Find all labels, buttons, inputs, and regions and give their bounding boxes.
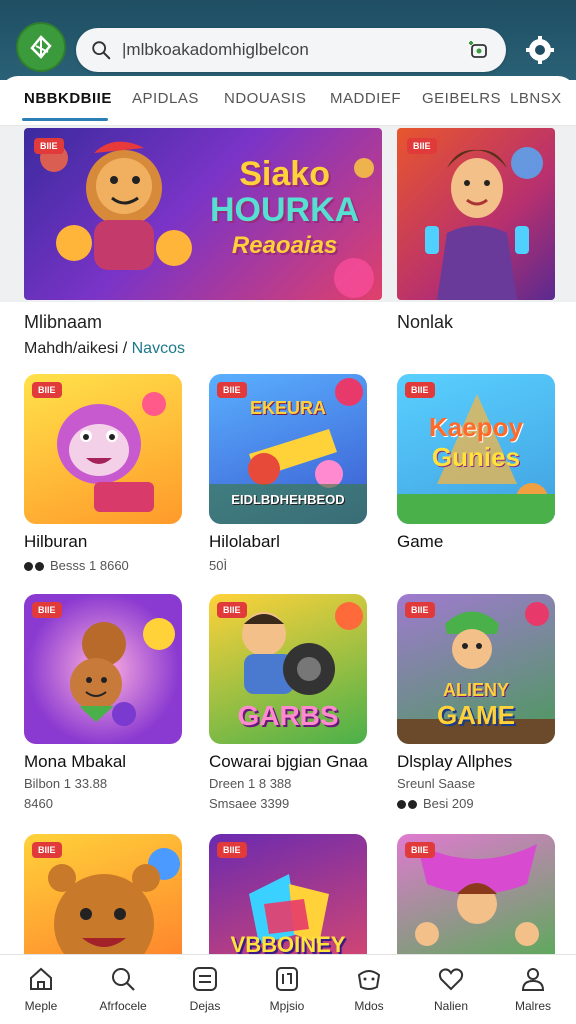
nav-item-2[interactable]: Dejas [164, 955, 246, 1024]
card-badge: BIIE [32, 382, 62, 398]
nav-label: Nalien [433, 999, 469, 1013]
game-card-5[interactable]: ALIENY GAME BIIE [397, 594, 555, 744]
game-card-3[interactable]: BIIE [24, 594, 182, 744]
banner-title-line3: Reaoaias [231, 232, 338, 259]
category-tabs: NBBKDBIIE APIDLAS NDOUASIS MADDIEF GEIBE… [0, 76, 576, 126]
featured-banner-side[interactable]: BIIE [397, 128, 555, 300]
card-badge: BIIE [217, 382, 247, 398]
banner-badge: BIIE [34, 138, 64, 154]
nav-item-6[interactable]: Malres [492, 955, 574, 1024]
banner-title: Siako HOURKA Reaoaias [210, 156, 359, 264]
game-meta: Besss 1 8660 [24, 558, 129, 573]
game-meta-text: Besi 209 [423, 796, 474, 811]
card-art-subtitle: Gunies [431, 442, 521, 472]
game-title: Game [397, 532, 444, 551]
game-title: Cowarai bjgian Gnaa [209, 752, 368, 771]
game-card-4[interactable]: GARBS BIIE [209, 594, 367, 744]
card-art-title: EKEURA [249, 398, 326, 418]
game-icon [357, 970, 381, 990]
nav-item-5[interactable]: Nalien [410, 955, 492, 1024]
game-card-1[interactable]: EKEURA EIDLBDHEHBEOD BIIE [209, 374, 367, 524]
tab-3[interactable]: MADDIEF [330, 90, 401, 107]
featured-banner-main[interactable]: BIIE Siako HOURKA Reaoaias [24, 128, 382, 300]
game-title: Mona Mbakal [24, 752, 127, 771]
featured-subtext-main: Mahdh/aikesi / [24, 340, 128, 357]
home-icon [30, 967, 52, 990]
banner-title-line2: HOURKA [210, 191, 360, 229]
game-meta: Bilbon 1 33.88 [24, 776, 108, 791]
nav-label: Meple [24, 999, 58, 1013]
card-art-title: GARBS [237, 700, 339, 731]
heart-icon [438, 968, 464, 991]
game-meta-2: Besi 209 [397, 796, 474, 811]
nav-label: Malres [514, 999, 551, 1013]
tab-5[interactable]: LBNSX [510, 90, 562, 107]
game-card-6[interactable]: BIIE [24, 834, 182, 954]
tab-0[interactable]: NBBKDBIIE [24, 90, 112, 107]
tab-1[interactable]: APIDLAS [132, 90, 199, 107]
banner-badge: BIIE [407, 138, 437, 154]
card-badge: BIIE [32, 602, 62, 618]
nav-item-3[interactable]: Mpjsio [246, 955, 328, 1024]
card-badge: BIIE [405, 842, 435, 858]
search-bar[interactable] [76, 28, 506, 72]
nav-label: Afrfocele [99, 999, 147, 1013]
nav-label: Mdos [354, 999, 384, 1013]
game-meta: Sreunl Saase [397, 776, 476, 791]
search-input[interactable] [122, 40, 466, 60]
featured-subtext-link[interactable]: Navcos [132, 340, 185, 357]
content-sheet: NBBKDBIIE APIDLAS NDOUASIS MADDIEF GEIBE… [0, 76, 576, 954]
featured-subtext: Mahdh/aikesi / Navcos [24, 340, 185, 358]
list-icon [193, 967, 217, 991]
game-meta-text: Besss 1 8660 [50, 558, 129, 573]
game-meta-2: 8460 [24, 796, 53, 811]
banner-title-line1: Siako [239, 155, 330, 193]
top-bar [0, 0, 576, 80]
app-logo[interactable] [16, 22, 66, 72]
game-card-7[interactable]: VBBOINEY BIIE [209, 834, 367, 954]
voice-search-icon[interactable] [466, 37, 492, 63]
tab-2[interactable]: NDOUASIS [224, 90, 306, 107]
search-icon [92, 41, 111, 60]
card-art-title: VBBOINEY [230, 932, 346, 954]
card-badge: BIIE [405, 382, 435, 398]
card-art-title: Kaepoy [429, 412, 523, 442]
game-title: Hilolabarl [209, 532, 280, 551]
active-tab-indicator [22, 118, 108, 121]
game-title: Dlsplay Allphes [397, 752, 513, 771]
card-badge: BIIE [217, 602, 247, 618]
nav-item-1[interactable]: Afrfocele [82, 955, 164, 1024]
nav-item-4[interactable]: Mdos [328, 955, 410, 1024]
game-card-0[interactable]: BIIE [24, 374, 182, 524]
card-badge: BIIE [217, 842, 247, 858]
bottom-navigation: Meple Afrfocele Dejas Mpjsio Mdos Nalien… [0, 954, 576, 1024]
game-card-8[interactable]: BIIE [397, 834, 555, 954]
logo-icon [30, 35, 52, 59]
game-meta: Dreen 1 8 388 [209, 776, 292, 791]
game-meta-2: Smsaee 3399 [209, 796, 290, 811]
nav-item-0[interactable]: Meple [0, 955, 82, 1024]
card-badge: BIIE [32, 842, 62, 858]
card-art-subtitle: GAME [437, 700, 515, 730]
game-meta: 50Ì [209, 558, 228, 573]
profile-icon [521, 968, 545, 991]
card-art-title: ALIENY [442, 680, 509, 700]
game-title: Hilburan [24, 532, 88, 551]
game-card-2[interactable]: Kaepoy Gunies BIIE [397, 374, 555, 524]
search-icon [112, 968, 135, 991]
featured-right-label: Nonlak [397, 312, 454, 332]
nav-label: Mpjsio [269, 999, 305, 1013]
featured-left-label: Mlibnaam [24, 312, 103, 332]
settings-gear-icon[interactable] [524, 34, 556, 66]
card-badge: BIIE [405, 602, 435, 618]
tab-4[interactable]: GEIBELRS [422, 90, 501, 107]
app-icon [276, 967, 298, 991]
nav-label: Dejas [189, 999, 221, 1013]
card-art-subtitle: EIDLBDHEHBEOD [231, 492, 345, 507]
